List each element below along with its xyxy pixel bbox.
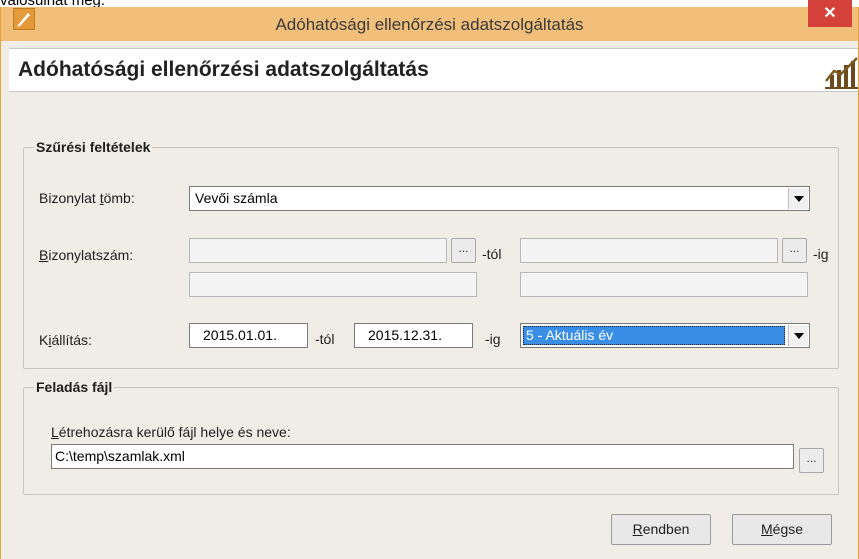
doc-number-from-browse-button[interactable]: ... bbox=[451, 238, 476, 263]
cancel-button-accel: M bbox=[760, 521, 773, 537]
output-path-input[interactable]: C:\temp\szamlak.xml bbox=[51, 444, 794, 469]
window-title: Adóhatósági ellenőrzési adatszolgáltatás bbox=[275, 15, 584, 34]
doc-block-value: Vevői számla bbox=[195, 190, 278, 206]
doc-number-from-suffix: -tól bbox=[482, 246, 502, 262]
doc-block-label-rest: ömb: bbox=[103, 190, 135, 206]
doc-number-to-name-field bbox=[520, 272, 808, 297]
doc-number-from-input[interactable] bbox=[189, 238, 447, 263]
ok-button-label: endben bbox=[642, 521, 690, 537]
doc-number-label-rest: izonylatszám: bbox=[48, 247, 134, 263]
close-button[interactable]: ✕ bbox=[808, 0, 852, 27]
dialog-header: Adóhatósági ellenőrzési adatszolgáltatás bbox=[9, 48, 858, 92]
doc-block-label-text: Bizonylat bbox=[39, 190, 100, 206]
dialog-window: Adóhatósági ellenőrzési adatszolgáltatás… bbox=[0, 0, 859, 559]
output-file-group: Feladás fájl bbox=[23, 379, 839, 495]
header-title: Adóhatósági ellenőrzési adatszolgáltatás bbox=[18, 58, 429, 81]
issue-date-from-input[interactable]: 2015.01.01. bbox=[189, 323, 308, 348]
bar-chart-icon bbox=[825, 57, 858, 89]
output-path-label-accel: L bbox=[51, 424, 59, 440]
title-bar[interactable]: Adóhatósági ellenőrzési adatszolgáltatás… bbox=[1, 0, 858, 41]
chevron-down-icon[interactable] bbox=[788, 188, 808, 209]
doc-number-to-browse-button[interactable]: ... bbox=[782, 238, 807, 263]
ok-button-accel: R bbox=[632, 521, 643, 537]
issue-date-label-text: K bbox=[39, 332, 49, 348]
doc-block-select[interactable]: Vevői számla bbox=[189, 186, 810, 211]
doc-number-label: Bizonylatszám: bbox=[39, 247, 133, 263]
cancel-button-label: égse bbox=[772, 521, 804, 537]
chevron-down-icon[interactable] bbox=[788, 325, 808, 346]
issue-date-label-rest: állítás: bbox=[51, 332, 92, 348]
doc-number-label-accel: B bbox=[39, 247, 49, 263]
issue-date-to-input[interactable]: 2015.12.31. bbox=[354, 323, 473, 348]
issue-date-label: Kiállítás: bbox=[39, 332, 92, 348]
period-selection-highlight: 5 - Aktuális év bbox=[523, 326, 785, 345]
issue-date-from-suffix: -tól bbox=[315, 331, 335, 347]
filter-group-label: Szűrési feltételek bbox=[34, 139, 153, 155]
period-value: 5 - Aktuális év bbox=[526, 327, 614, 343]
cancel-button[interactable]: Mégse bbox=[732, 514, 832, 545]
doc-number-to-suffix: -ig bbox=[813, 246, 829, 262]
doc-number-to-input[interactable] bbox=[520, 238, 778, 263]
period-select[interactable]: 5 - Aktuális év bbox=[520, 323, 810, 348]
issue-date-to-suffix: -ig bbox=[485, 331, 501, 347]
output-path-label-rest: étrehozásra kerülő fájl helye és neve: bbox=[58, 424, 291, 440]
doc-block-label: Bizonylat tömb: bbox=[39, 190, 135, 206]
output-path-browse-button[interactable]: ... bbox=[799, 448, 824, 473]
output-file-group-label: Feladás fájl bbox=[34, 379, 115, 395]
output-path-label: Létrehozásra kerülő fájl helye és neve: bbox=[51, 424, 291, 440]
ok-button[interactable]: Rendben bbox=[611, 514, 711, 545]
doc-number-from-name-field bbox=[189, 272, 477, 297]
